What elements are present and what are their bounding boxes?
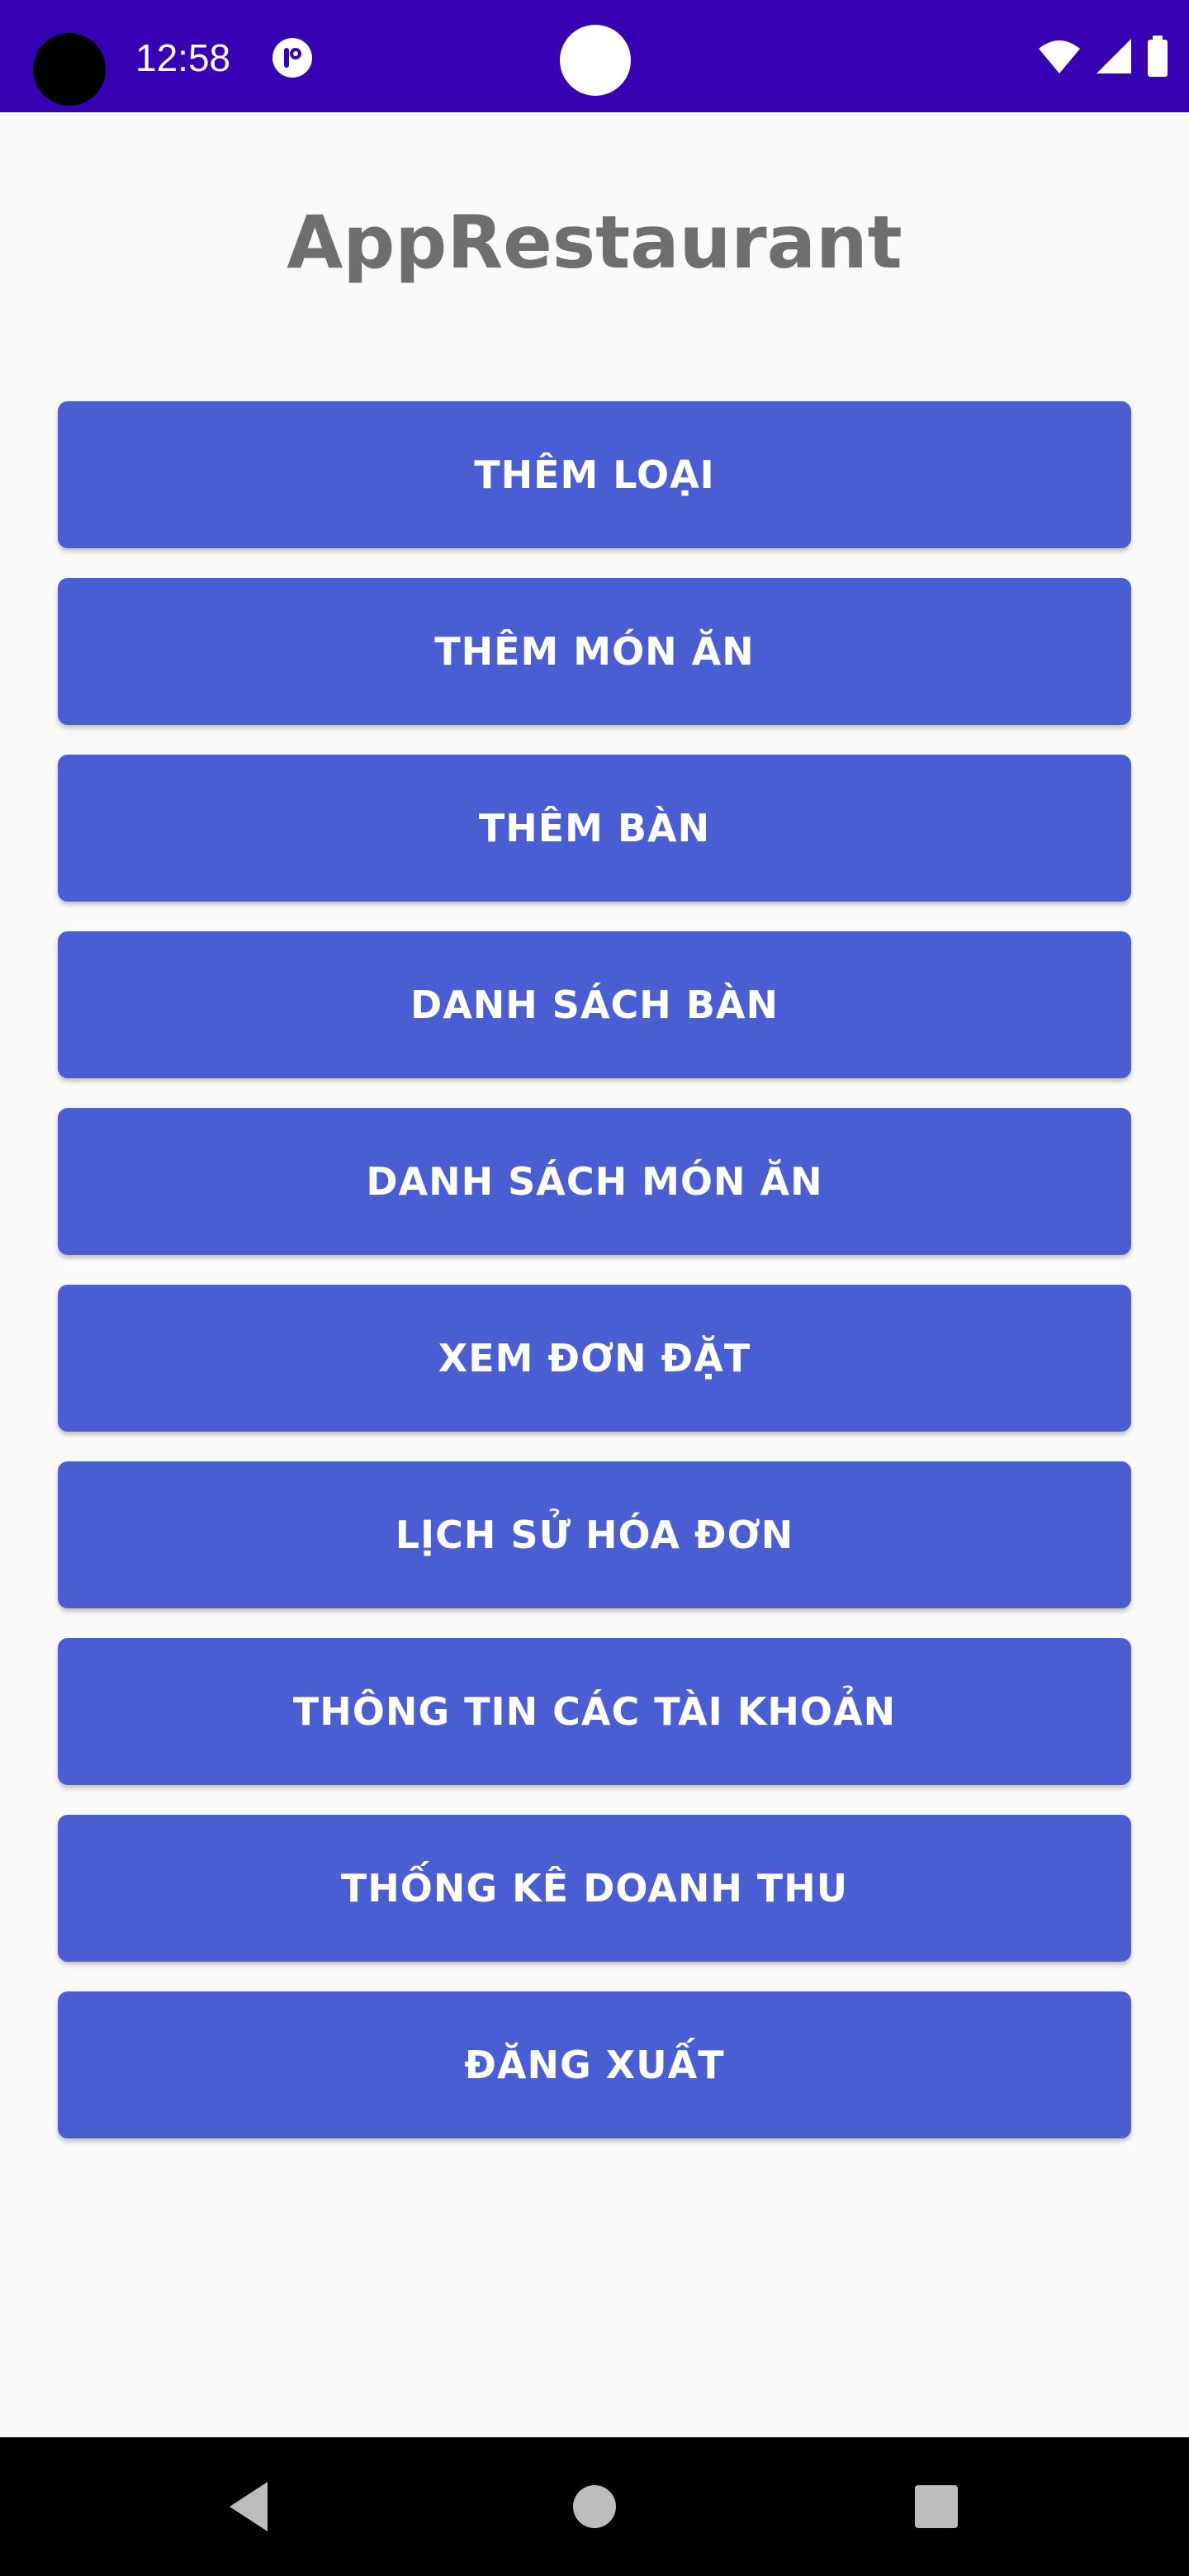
battery-icon bbox=[1148, 36, 1168, 77]
logout-button[interactable]: ĐĂNG XUẤT bbox=[58, 1991, 1131, 2138]
signal-icon bbox=[1097, 39, 1131, 73]
invoice-history-button[interactable]: LỊCH SỬ HÓA ĐƠN bbox=[58, 1461, 1131, 1608]
app-title: AppRestaurant bbox=[287, 200, 902, 285]
dish-list-button[interactable]: DANH SÁCH MÓN ĂN bbox=[58, 1108, 1131, 1255]
camera-cutout bbox=[33, 33, 106, 106]
recents-icon[interactable] bbox=[915, 2485, 958, 2528]
main-menu: THÊM LOẠI THÊM MÓN ĂN THÊM BÀN DANH SÁCH… bbox=[58, 401, 1131, 2168]
add-table-button[interactable]: THÊM BÀN bbox=[58, 755, 1131, 902]
view-orders-button[interactable]: XEM ĐƠN ĐẶT bbox=[58, 1285, 1131, 1432]
wifi-icon bbox=[1039, 40, 1080, 73]
status-bar: 12:58 bbox=[0, 0, 1189, 112]
add-category-button[interactable]: THÊM LOẠI bbox=[58, 401, 1131, 548]
add-dish-button[interactable]: THÊM MÓN ĂN bbox=[58, 578, 1131, 725]
back-icon[interactable] bbox=[225, 2479, 274, 2535]
notification-icon bbox=[272, 38, 312, 78]
front-camera bbox=[560, 25, 631, 96]
navigation-bar bbox=[0, 2437, 1189, 2576]
status-icons bbox=[1037, 33, 1169, 79]
accounts-info-button[interactable]: THÔNG TIN CÁC TÀI KHOẢN bbox=[58, 1638, 1131, 1785]
status-time: 12:58 bbox=[135, 36, 231, 79]
table-list-button[interactable]: DANH SÁCH BÀN bbox=[58, 931, 1131, 1078]
revenue-stats-button[interactable]: THỐNG KÊ DOANH THU bbox=[58, 1815, 1131, 1962]
home-icon[interactable] bbox=[573, 2485, 616, 2528]
